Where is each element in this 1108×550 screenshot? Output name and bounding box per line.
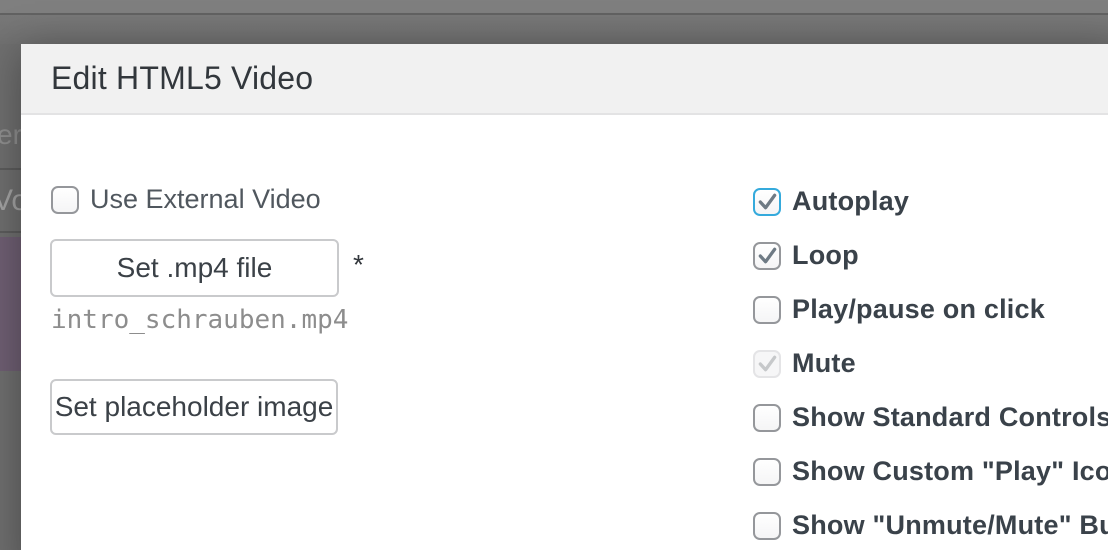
modal-title: Edit HTML5 Video bbox=[51, 60, 313, 97]
mute-checkbox bbox=[753, 350, 781, 378]
set-mp4-file-button[interactable]: Set .mp4 file bbox=[50, 239, 339, 297]
background-divider bbox=[0, 168, 21, 170]
dimmed-admin-bar bbox=[0, 15, 1108, 44]
mp4-file-row: Set .mp4 file * bbox=[50, 239, 364, 297]
option-label: Show "Unmute/Mute" Button bbox=[792, 510, 1108, 541]
show-standard-controls-checkbox[interactable] bbox=[753, 404, 781, 432]
option-row-autoplay[interactable]: Autoplay bbox=[753, 186, 1108, 217]
loop-checkbox[interactable] bbox=[753, 242, 781, 270]
check-icon bbox=[756, 190, 779, 213]
show-custom-play-icon-checkbox[interactable] bbox=[753, 458, 781, 486]
option-row-play-pause-on-click[interactable]: Play/pause on click bbox=[753, 294, 1108, 325]
dimmed-page-background: er Vo bbox=[0, 44, 21, 550]
autoplay-checkbox[interactable] bbox=[753, 188, 781, 216]
modal-body: Use External Video Set .mp4 file * intro… bbox=[21, 117, 1108, 550]
dimmed-content-block bbox=[0, 237, 21, 371]
option-row-use-external-video[interactable]: Use External Video bbox=[51, 184, 321, 215]
video-options-list: Autoplay Loop Play/pause on click bbox=[753, 186, 1108, 541]
check-icon bbox=[756, 352, 779, 375]
option-row-mute[interactable]: Mute bbox=[753, 348, 1108, 379]
screen: er Vo Edit HTML5 Video Use External Vide… bbox=[0, 0, 1108, 550]
option-label: Mute bbox=[792, 348, 856, 379]
check-icon bbox=[756, 244, 779, 267]
background-text-fragment: Vo bbox=[0, 186, 21, 216]
set-placeholder-image-button[interactable]: Set placeholder image bbox=[50, 379, 338, 435]
background-text-fragment: er bbox=[0, 120, 21, 150]
option-label: Show Standard Controls bbox=[792, 402, 1108, 433]
play-pause-on-click-checkbox[interactable] bbox=[753, 296, 781, 324]
dimmed-top-bar bbox=[0, 0, 1108, 13]
option-row-show-custom-play-icon[interactable]: Show Custom "Play" Icon bbox=[753, 456, 1108, 487]
use-external-video-checkbox[interactable] bbox=[51, 186, 79, 214]
background-divider bbox=[0, 231, 21, 233]
edit-html5-video-modal: Edit HTML5 Video Use External Video Set … bbox=[21, 44, 1108, 550]
modal-header: Edit HTML5 Video bbox=[21, 44, 1108, 115]
option-label: Show Custom "Play" Icon bbox=[792, 456, 1108, 487]
option-row-show-standard-controls[interactable]: Show Standard Controls bbox=[753, 402, 1108, 433]
use-external-video-label: Use External Video bbox=[90, 184, 321, 215]
show-unmute-mute-button-checkbox[interactable] bbox=[753, 512, 781, 540]
option-label: Play/pause on click bbox=[792, 294, 1045, 325]
option-label: Loop bbox=[792, 240, 859, 271]
required-asterisk: * bbox=[353, 249, 364, 281]
current-video-filename: intro_schrauben.mp4 bbox=[51, 305, 348, 335]
option-row-show-unmute-mute-button[interactable]: Show "Unmute/Mute" Button bbox=[753, 510, 1108, 541]
option-label: Autoplay bbox=[792, 186, 909, 217]
option-row-loop[interactable]: Loop bbox=[753, 240, 1108, 271]
